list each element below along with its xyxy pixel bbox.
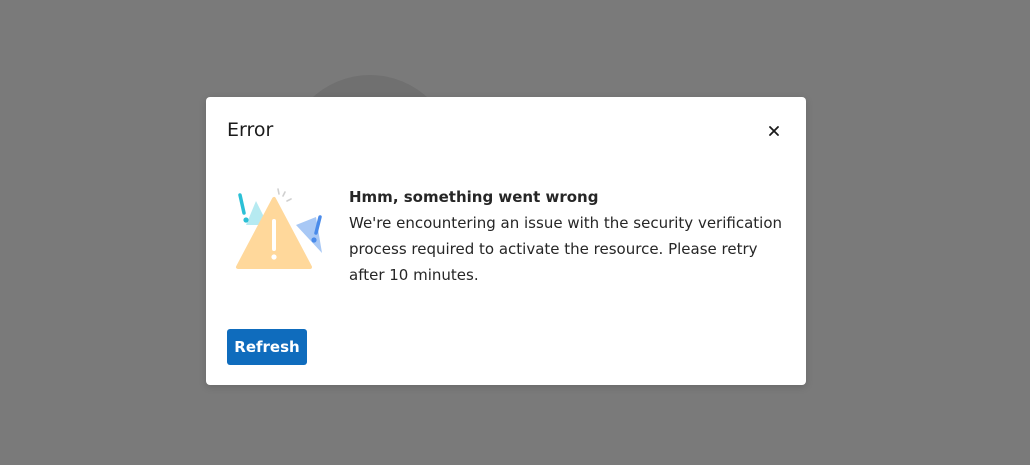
dialog-title: Error — [227, 119, 274, 141]
error-message: Hmm, something went wrong We're encounte… — [349, 185, 789, 288]
error-heading: Hmm, something went wrong — [349, 188, 599, 206]
warning-triangle-icon — [234, 187, 328, 273]
close-icon — [769, 126, 779, 136]
error-dialog: Error Hmm, something went wrong We're en… — [206, 97, 806, 385]
close-button[interactable] — [764, 121, 784, 141]
error-body: We're encountering an issue with the sec… — [349, 214, 783, 284]
refresh-button[interactable]: Refresh — [227, 329, 307, 365]
